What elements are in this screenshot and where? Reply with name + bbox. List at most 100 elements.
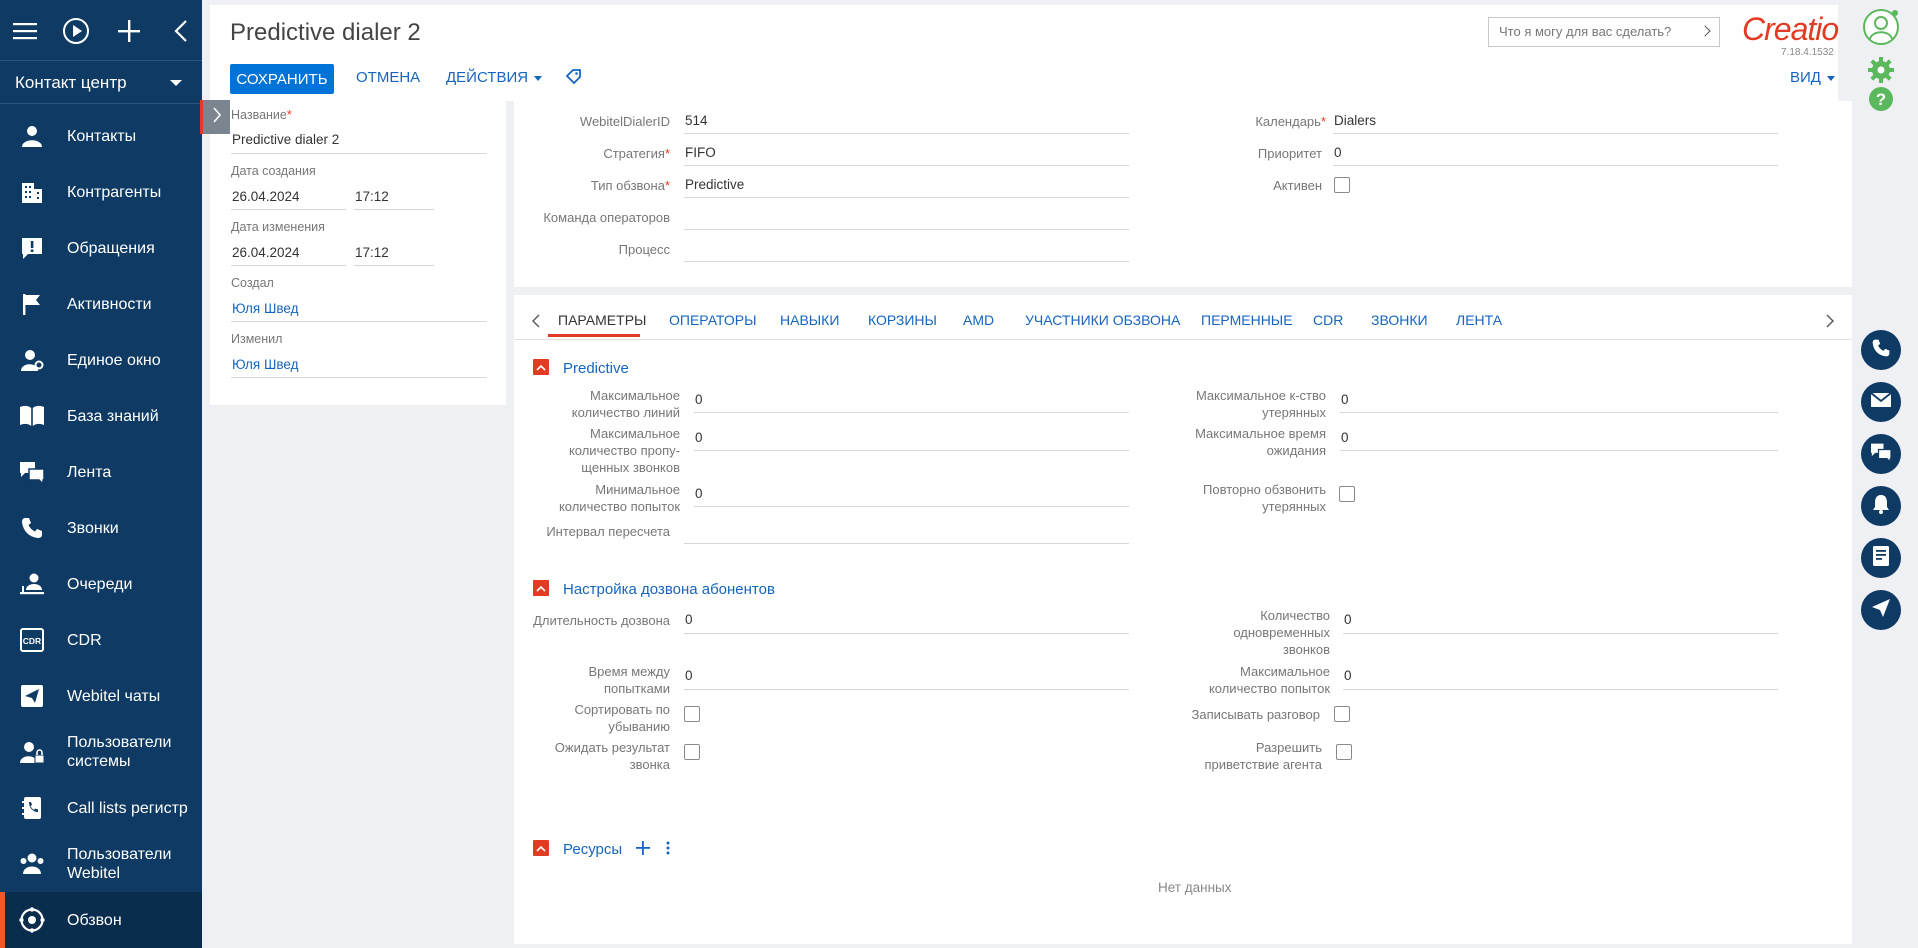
sort-desc-checkbox[interactable] xyxy=(684,706,700,722)
play-process-icon[interactable] xyxy=(59,14,93,48)
created-date-field[interactable]: 26.04.2024 xyxy=(232,189,300,204)
modified-by-label: Изменил xyxy=(231,332,283,346)
resources-collapse-button[interactable] xyxy=(533,840,549,856)
nav-toolbar xyxy=(0,0,202,60)
modified-time-field[interactable]: 17:12 xyxy=(355,245,389,260)
modified-by-link[interactable]: Юля Швед xyxy=(232,357,298,372)
cancel-button[interactable]: ОТМЕНА xyxy=(356,69,420,86)
strategy-label: Стратегия* xyxy=(603,146,670,161)
nav-item-webitel-chats[interactable]: Webitel чаты xyxy=(0,668,202,724)
nav-item-calls[interactable]: Звонки xyxy=(0,500,202,556)
modified-by-underline xyxy=(231,377,487,378)
help-icon[interactable]: ? xyxy=(1868,86,1894,117)
nav-item-contacts[interactable]: Контакты xyxy=(0,108,202,164)
predictive-section-title[interactable]: Predictive xyxy=(563,360,629,377)
tab-parameters[interactable]: ПАРАМЕТРЫ xyxy=(558,312,646,328)
nav-item-single-window[interactable]: Единое окно xyxy=(0,332,202,388)
tab-participants[interactable]: УЧАСТНИКИ ОБЗВОНА xyxy=(1025,312,1180,328)
tab-buckets[interactable]: КОРЗИНЫ xyxy=(868,312,937,328)
modified-date-field[interactable]: 26.04.2024 xyxy=(232,245,300,260)
nav-item-feed[interactable]: Лента xyxy=(0,444,202,500)
nav-item-cases[interactable]: Обращения xyxy=(0,220,202,276)
tab-calls[interactable]: ЗВОНКИ xyxy=(1371,312,1428,328)
phone-panel-button[interactable] xyxy=(1861,330,1901,370)
toggle-profile-button[interactable] xyxy=(200,100,230,134)
tab-cdr[interactable]: CDR xyxy=(1313,312,1343,328)
view-button[interactable]: ВИД xyxy=(1790,69,1836,86)
nav-item-activities[interactable]: Активности xyxy=(0,276,202,332)
max-lost-field[interactable]: 0 xyxy=(1341,392,1349,407)
max-missed-field[interactable]: 0 xyxy=(695,430,703,445)
tag-icon[interactable] xyxy=(565,69,582,90)
max-lines-field[interactable]: 0 xyxy=(695,392,703,407)
contact-book-icon xyxy=(18,794,46,822)
nav-item-knowledge-base[interactable]: База знаний xyxy=(0,388,202,444)
max-wait-label: Максимальное время ожидания xyxy=(1195,426,1326,458)
nav-item-webitel-users[interactable]: Пользователи Webitel xyxy=(0,836,202,892)
workplace-select[interactable]: Контакт центр xyxy=(0,60,202,104)
dial-duration-label: Длительность дозвона xyxy=(533,613,670,628)
simultaneous-calls-field[interactable]: 0 xyxy=(1344,612,1352,627)
command-search-input[interactable]: Что я могу для вас сделать? xyxy=(1488,17,1720,47)
save-button[interactable]: СОХРАНИТЬ xyxy=(230,64,334,94)
strategy-underline xyxy=(684,165,1129,166)
user-profile-icon[interactable] xyxy=(1862,8,1900,51)
tab-operators[interactable]: ОПЕРАТОРЫ xyxy=(669,312,756,328)
tab-variables[interactable]: ПЕРМЕННЫЕ xyxy=(1201,312,1293,328)
notifications-panel-button[interactable] xyxy=(1861,486,1901,526)
actions-label: ДЕЙСТВИЯ xyxy=(446,69,529,86)
tabs-scroll-right-icon[interactable] xyxy=(1826,314,1834,333)
created-time-field[interactable]: 17:12 xyxy=(355,189,389,204)
nav-item-call-lists[interactable]: Call lists регистр xyxy=(0,780,202,836)
tasks-panel-button[interactable] xyxy=(1861,538,1901,578)
redial-lost-checkbox[interactable] xyxy=(1339,486,1355,502)
tab-amd[interactable]: AMD xyxy=(963,312,994,328)
dial-settings-section-title[interactable]: Настройка дозвона абонентов xyxy=(563,581,775,598)
calendar-field[interactable]: Dialers xyxy=(1334,113,1376,128)
tab-skills[interactable]: НАВЫКИ xyxy=(780,312,839,328)
strategy-field[interactable]: FIFO xyxy=(685,145,716,160)
chat-icon xyxy=(18,458,46,486)
collapse-left-icon[interactable] xyxy=(164,14,198,48)
dial-type-label: Тип обзвона* xyxy=(590,178,670,193)
plus-icon[interactable] xyxy=(112,14,146,48)
nav-item-accounts[interactable]: Контрагенты xyxy=(0,164,202,220)
process-underline xyxy=(684,261,1129,262)
max-wait-field[interactable]: 0 xyxy=(1341,430,1349,445)
priority-field[interactable]: 0 xyxy=(1334,145,1342,160)
dial-type-field[interactable]: Predictive xyxy=(685,177,744,192)
tabs-scroll-left-icon[interactable] xyxy=(532,314,540,333)
nav-item-queues[interactable]: Очереди xyxy=(0,556,202,612)
created-by-link[interactable]: Юля Швед xyxy=(232,301,298,316)
nav-item-cdr[interactable]: CDR CDR xyxy=(0,612,202,668)
nav-item-system-users[interactable]: Пользователи системы xyxy=(0,724,202,780)
min-attempts-field[interactable]: 0 xyxy=(695,486,703,501)
dialer-id-field[interactable]: 514 xyxy=(685,113,708,128)
await-result-checkbox[interactable] xyxy=(684,744,700,760)
nav-item-label: CDR xyxy=(67,631,102,649)
tab-feed[interactable]: ЛЕНТА xyxy=(1456,312,1502,328)
more-options-icon[interactable] xyxy=(666,841,670,860)
dial-settings-collapse-button[interactable] xyxy=(533,580,549,596)
chat-panel-button[interactable] xyxy=(1861,434,1901,474)
max-attempts-field[interactable]: 0 xyxy=(1344,668,1352,683)
gear-icon[interactable] xyxy=(1867,56,1895,89)
time-between-field[interactable]: 0 xyxy=(685,668,693,683)
resources-section-title[interactable]: Ресурсы xyxy=(563,841,622,858)
active-checkbox[interactable] xyxy=(1334,177,1350,193)
chat-icon xyxy=(1870,442,1892,467)
book-icon xyxy=(18,402,46,430)
recalc-interval-underline xyxy=(684,543,1129,544)
predictive-collapse-button[interactable] xyxy=(533,359,549,375)
nav-item-dialer[interactable]: Обзвон xyxy=(0,892,202,948)
name-field[interactable]: Predictive dialer 2 xyxy=(232,132,339,147)
agent-greeting-checkbox[interactable] xyxy=(1336,744,1352,760)
add-resource-icon[interactable] xyxy=(636,841,650,860)
menu-icon[interactable] xyxy=(8,14,42,48)
max-attempts-underline xyxy=(1343,689,1778,690)
record-call-checkbox[interactable] xyxy=(1334,706,1350,722)
email-panel-button[interactable] xyxy=(1861,382,1901,422)
actions-button[interactable]: ДЕЙСТВИЯ xyxy=(446,69,543,86)
messenger-panel-button[interactable] xyxy=(1861,590,1901,630)
dial-duration-field[interactable]: 0 xyxy=(685,612,693,627)
